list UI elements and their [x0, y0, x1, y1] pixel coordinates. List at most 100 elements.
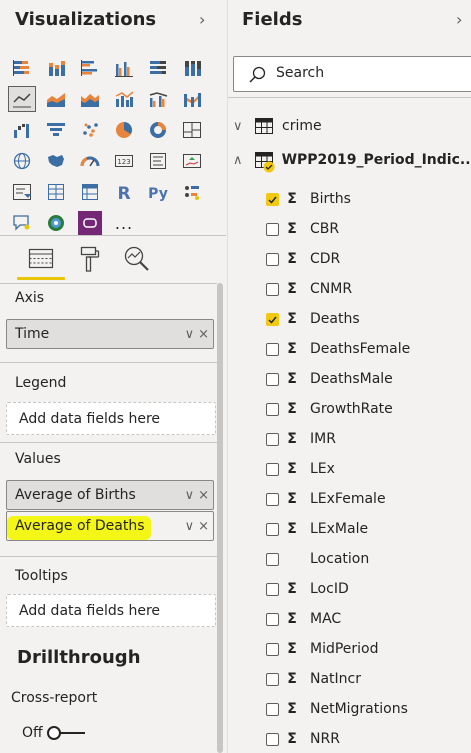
checkbox[interactable]: [266, 342, 279, 356]
waterfall-chart-icon[interactable]: [8, 117, 36, 143]
qna-icon[interactable]: [8, 210, 36, 236]
table-icon[interactable]: [42, 179, 70, 205]
line-and-stacked-column-icon[interactable]: [110, 86, 138, 112]
axis-field-time[interactable]: Time ∨ ×: [6, 319, 214, 349]
format-tab-icon[interactable]: [70, 240, 108, 278]
field-item[interactable]: Σ LExMale: [266, 515, 466, 543]
map-icon[interactable]: [8, 148, 36, 174]
field-item[interactable]: Σ NRR: [266, 725, 466, 753]
wells-scrollbar[interactable]: [217, 283, 223, 753]
checkbox[interactable]: [266, 612, 279, 626]
field-item[interactable]: Location: [266, 545, 466, 573]
stacked-column-chart-icon[interactable]: [42, 55, 70, 81]
kpi-icon[interactable]: [178, 148, 206, 174]
arcgis-map-icon[interactable]: [42, 210, 70, 236]
more-visuals-icon[interactable]: ...: [110, 210, 138, 236]
remove-field-icon[interactable]: ×: [198, 488, 209, 503]
chevron-down-icon[interactable]: ∨: [185, 488, 195, 503]
fields-search-box[interactable]: [233, 56, 471, 92]
filled-map-icon[interactable]: [42, 148, 70, 174]
r-visual-icon[interactable]: R: [110, 179, 138, 205]
search-input[interactable]: [274, 64, 458, 82]
field-item[interactable]: Σ CDR: [266, 245, 466, 273]
checkbox[interactable]: [266, 552, 279, 566]
clustered-bar-chart-icon[interactable]: [76, 55, 104, 81]
field-item[interactable]: Σ DeathsMale: [266, 365, 466, 393]
field-name: CDR: [310, 251, 341, 267]
matrix-icon[interactable]: [76, 179, 104, 205]
checkbox-checked[interactable]: [266, 312, 279, 326]
fields-pane: Fields › ∨ crime ∧ WPP2019_Period_Indic.…: [227, 0, 471, 753]
field-item[interactable]: Σ IMR: [266, 425, 466, 453]
stacked-bar-chart-icon[interactable]: [8, 55, 36, 81]
line-chart-icon[interactable]: [8, 86, 36, 112]
line-and-clustered-column-icon[interactable]: [144, 86, 172, 112]
chevron-down-icon[interactable]: ∨: [185, 327, 195, 342]
checkbox[interactable]: [266, 372, 279, 386]
checkbox[interactable]: [266, 252, 279, 266]
chevron-down-icon[interactable]: ∨: [185, 519, 195, 534]
collapse-visualizations-icon[interactable]: ›: [199, 10, 205, 29]
slicer-icon[interactable]: [8, 179, 36, 205]
stacked-area-chart-icon[interactable]: [76, 86, 104, 112]
collapse-fields-icon[interactable]: ›: [456, 10, 462, 29]
field-item[interactable]: Σ MAC: [266, 605, 466, 633]
toggle-switch[interactable]: [46, 726, 85, 740]
checkbox[interactable]: [266, 432, 279, 446]
gauge-icon[interactable]: [76, 148, 104, 174]
checkbox[interactable]: [266, 522, 279, 536]
multi-row-card-icon[interactable]: [144, 148, 172, 174]
checkbox[interactable]: [266, 582, 279, 596]
field-item[interactable]: Σ LocID: [266, 575, 466, 603]
chevron-down-icon[interactable]: ∨: [233, 119, 255, 134]
chevron-up-icon[interactable]: ∧: [233, 153, 255, 168]
legend-drop-zone[interactable]: Add data fields here: [6, 402, 216, 435]
field-item[interactable]: Σ Births: [266, 185, 466, 213]
field-item[interactable]: Σ NatIncr: [266, 665, 466, 693]
field-item[interactable]: Σ CNMR: [266, 275, 466, 303]
python-visual-icon[interactable]: Py: [144, 179, 172, 205]
checkbox[interactable]: [266, 222, 279, 236]
cross-report-toggle[interactable]: Off: [22, 725, 85, 741]
card-icon[interactable]: 123: [110, 148, 138, 174]
scatter-chart-icon[interactable]: [76, 117, 104, 143]
remove-field-icon[interactable]: ×: [198, 519, 209, 534]
ribbon-chart-icon[interactable]: [178, 86, 206, 112]
field-item[interactable]: Σ Deaths: [266, 305, 466, 333]
fields-tab-icon[interactable]: [22, 240, 60, 278]
checkbox[interactable]: [266, 282, 279, 296]
table-crime[interactable]: ∨ crime: [228, 112, 471, 140]
funnel-chart-icon[interactable]: [42, 117, 70, 143]
area-chart-icon[interactable]: [42, 86, 70, 112]
checkbox[interactable]: [266, 462, 279, 476]
table-wpp2019[interactable]: ∧ WPP2019_Period_Indic...: [228, 146, 471, 174]
checkbox[interactable]: [266, 402, 279, 416]
remove-field-icon[interactable]: ×: [198, 327, 209, 342]
100-percent-stacked-bar-icon[interactable]: [144, 55, 172, 81]
checkbox[interactable]: [266, 672, 279, 686]
values-field-deaths[interactable]: Average of Deaths ∨ ×: [6, 511, 214, 541]
checkbox[interactable]: [266, 702, 279, 716]
field-item[interactable]: Σ GrowthRate: [266, 395, 466, 423]
clustered-column-chart-icon[interactable]: [110, 55, 138, 81]
values-field-births[interactable]: Average of Births ∨ ×: [6, 480, 214, 510]
field-item[interactable]: Σ MidPeriod: [266, 635, 466, 663]
field-item[interactable]: Σ NetMigrations: [266, 695, 466, 723]
checkbox[interactable]: [266, 492, 279, 506]
sigma-icon: Σ: [287, 521, 297, 537]
field-item[interactable]: Σ CBR: [266, 215, 466, 243]
key-influencers-icon[interactable]: [178, 179, 206, 205]
tooltips-drop-zone[interactable]: Add data fields here: [6, 594, 216, 627]
100-percent-stacked-column-icon[interactable]: [178, 55, 206, 81]
checkbox[interactable]: [266, 642, 279, 656]
field-item[interactable]: Σ DeathsFemale: [266, 335, 466, 363]
checkbox[interactable]: [266, 732, 279, 746]
field-item[interactable]: Σ LEx: [266, 455, 466, 483]
pie-chart-icon[interactable]: [110, 117, 138, 143]
analytics-tab-icon[interactable]: [118, 240, 156, 278]
field-item[interactable]: Σ LExFemale: [266, 485, 466, 513]
power-apps-icon[interactable]: [76, 210, 104, 236]
treemap-icon[interactable]: [178, 117, 206, 143]
donut-chart-icon[interactable]: [144, 117, 172, 143]
checkbox-checked[interactable]: [266, 192, 279, 206]
